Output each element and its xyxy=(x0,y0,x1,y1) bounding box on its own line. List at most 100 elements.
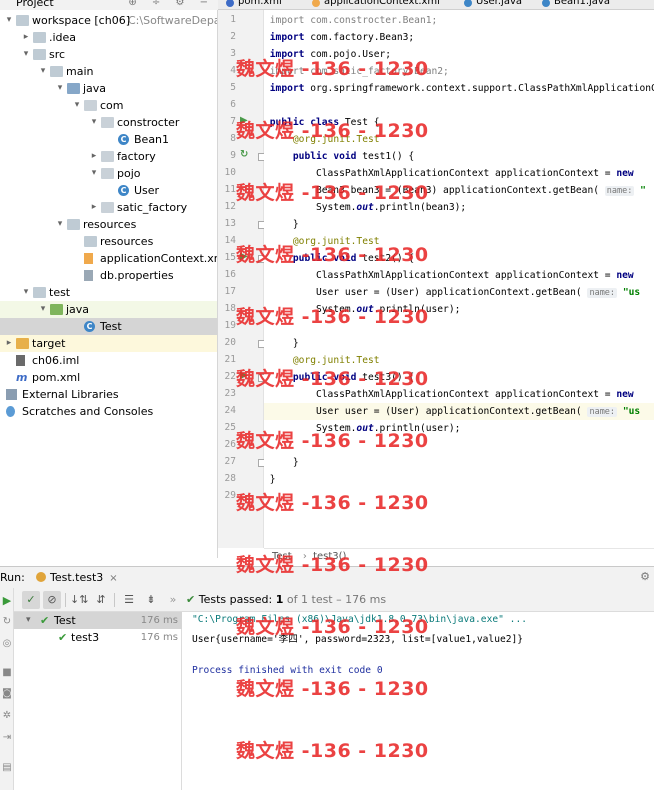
editor-tab[interactable]: pom.xml xyxy=(238,0,282,7)
breadcrumb-method[interactable]: test3() xyxy=(313,551,346,562)
editor-tab[interactable]: applicationContext.xml xyxy=(324,0,440,7)
chevron-down-icon[interactable]: ▾ xyxy=(55,80,65,97)
chevron-down-icon[interactable]: ▾ xyxy=(89,114,99,131)
settings-icon[interactable]: ✲ xyxy=(0,710,14,721)
code-line[interactable]: Bean3 bean3 = (Bean3) applicationContext… xyxy=(264,182,654,199)
layout-icon[interactable]: ▤ xyxy=(0,762,14,773)
code-line[interactable]: public void test1() { xyxy=(264,148,654,165)
tree-item-com[interactable]: ▾ com xyxy=(0,97,217,114)
stop-icon[interactable]: ■ xyxy=(0,667,14,678)
breadcrumb-class[interactable]: Test xyxy=(272,551,292,562)
code-line[interactable]: System.out.println(bean3); xyxy=(264,199,654,216)
rerun-icon[interactable]: ▶ xyxy=(0,594,14,607)
tree-item-external-libraries[interactable]: External Libraries xyxy=(0,386,217,403)
code-line[interactable]: } xyxy=(264,216,654,233)
more-icon[interactable]: » xyxy=(164,591,182,609)
tree-item-scratches-and-consoles[interactable]: Scratches and Consoles xyxy=(0,403,217,420)
chevron-down-icon[interactable]: ▾ xyxy=(21,46,31,63)
show-ignored-icon[interactable]: ⊘ xyxy=(43,591,61,609)
code-line[interactable] xyxy=(264,318,654,335)
code-line[interactable]: User user = (User) applicationContext.ge… xyxy=(264,403,654,420)
gear-icon[interactable]: ⚙ xyxy=(640,570,650,583)
project-panel-title[interactable]: Project xyxy=(16,0,54,9)
run-gutter-icon[interactable]: ▶ xyxy=(240,251,248,262)
tree-item-target[interactable]: ▸ target xyxy=(0,335,217,352)
chevron-down-icon[interactable]: ▾ xyxy=(38,63,48,80)
chevron-down-icon[interactable]: ▾ xyxy=(4,12,14,29)
chevron-down-icon[interactable]: ▾ xyxy=(38,301,48,318)
tree-item-main[interactable]: ▾ main xyxy=(0,63,217,80)
code-line[interactable]: public void test2() { xyxy=(264,250,654,267)
code-editor[interactable]: import com.constrocter.Bean1; import com… xyxy=(264,10,654,548)
code-line[interactable]: @org.junit.Test xyxy=(264,233,654,250)
code-line[interactable]: @org.junit.Test xyxy=(264,131,654,148)
tree-item-constrocter[interactable]: ▾ constrocter xyxy=(0,114,217,131)
code-line[interactable]: import com.pojo.User; xyxy=(264,46,654,63)
code-line[interactable]: public void test3() { xyxy=(264,369,654,386)
code-line[interactable]: } xyxy=(264,454,654,471)
code-line[interactable] xyxy=(264,488,654,505)
close-icon[interactable]: × xyxy=(109,573,117,584)
chevron-down-icon[interactable]: ▾ xyxy=(89,165,99,182)
tree-item-test[interactable]: ▾ test xyxy=(0,284,217,301)
tree-item-ch06-iml[interactable]: ch06.iml xyxy=(0,352,217,369)
run-gutter-icon[interactable]: ▶ xyxy=(240,370,248,381)
tree-item-db-properties[interactable]: db.properties xyxy=(0,267,217,284)
tree-item-src[interactable]: ▾ src xyxy=(0,46,217,63)
tree-item-java[interactable]: ▾ java xyxy=(0,80,217,97)
run-gutter-icon[interactable]: ↻ xyxy=(240,149,248,160)
toggle-auto-test-icon[interactable]: ◎ xyxy=(0,638,14,649)
code-line[interactable] xyxy=(264,97,654,114)
chevron-right-icon[interactable]: ▸ xyxy=(21,29,31,46)
tree-item-satic-factory[interactable]: ▸ satic_factory xyxy=(0,199,217,216)
tree-item-factory[interactable]: ▸ factory xyxy=(0,148,217,165)
rerun-failed-icon[interactable]: ↻ xyxy=(0,616,14,627)
tree-item-resources[interactable]: ▾ resources xyxy=(0,216,217,233)
tree-item-applicationcontext-xml[interactable]: applicationContext.xml xyxy=(0,250,217,267)
code-line[interactable]: @org.junit.Test xyxy=(264,352,654,369)
tree-item-test[interactable]: C Test xyxy=(0,318,217,335)
chevron-down-icon[interactable]: ▾ xyxy=(72,97,82,114)
sort-alphabetically-icon[interactable]: ↓⇅ xyxy=(70,591,88,609)
show-passed-icon[interactable]: ✓ xyxy=(22,591,40,609)
code-line[interactable]: ClassPathXmlApplicationContext applicati… xyxy=(264,165,654,182)
tree-item-pom-xml[interactable]: m pom.xml xyxy=(0,369,217,386)
camera-icon[interactable]: ◙ xyxy=(0,688,14,699)
code-line[interactable]: } xyxy=(264,471,654,488)
tree-item-user[interactable]: C User xyxy=(0,182,217,199)
chevron-right-icon[interactable]: ▸ xyxy=(89,148,99,165)
tree-item-resources[interactable]: resources xyxy=(0,233,217,250)
code-line[interactable]: System.out.println(user); xyxy=(264,301,654,318)
tree-item-workspace-ch06-[interactable]: ▾ workspace [ch06]C:\SoftwareDepartment\ xyxy=(0,12,217,29)
tree-item--idea[interactable]: ▸ .idea xyxy=(0,29,217,46)
chevron-down-icon[interactable]: ▾ xyxy=(26,612,31,629)
code-line[interactable]: import com.factory.Bean3; xyxy=(264,29,654,46)
restore-layout-icon[interactable]: ⇥ xyxy=(0,732,14,743)
code-line[interactable]: ClassPathXmlApplicationContext applicati… xyxy=(264,386,654,403)
run-gutter-icon[interactable]: ▶ xyxy=(240,115,248,126)
chevron-right-icon[interactable]: ▸ xyxy=(4,335,14,352)
chevron-right-icon[interactable]: ▸ xyxy=(89,199,99,216)
tree-item-bean1[interactable]: C Bean1 xyxy=(0,131,217,148)
code-line[interactable]: ClassPathXmlApplicationContext applicati… xyxy=(264,267,654,284)
chevron-down-icon[interactable]: ▾ xyxy=(55,216,65,233)
chevron-down-icon[interactable]: ▾ xyxy=(21,284,31,301)
code-line[interactable]: User user = (User) applicationContext.ge… xyxy=(264,284,654,301)
sort-by-duration-icon[interactable]: ⇵ xyxy=(92,591,110,609)
console-output[interactable]: "C:\Program Files (x86)\Java\jdk1.8.0_73… xyxy=(182,612,654,790)
collapse-all-icon[interactable]: ⇟ xyxy=(142,591,160,609)
editor-tab[interactable]: Bean1.java xyxy=(554,0,610,7)
editor-tab[interactable]: User.java xyxy=(476,0,522,7)
code-line[interactable] xyxy=(264,437,654,454)
code-line[interactable]: System.out.println(user); xyxy=(264,420,654,437)
expand-all-icon[interactable]: ☰ xyxy=(120,591,138,609)
code-line[interactable]: public class Test { xyxy=(264,114,654,131)
project-panel-toolbar-icons[interactable]: ⊕ ÷ ⚙ − xyxy=(128,0,214,8)
code-line[interactable]: } xyxy=(264,335,654,352)
test-case-row[interactable]: ✔ test3 176 ms xyxy=(14,629,182,646)
run-config-tab[interactable]: Test.test3 × xyxy=(36,571,118,584)
code-line[interactable]: import com.satic_factory.Bean2; xyxy=(264,63,654,80)
test-suite-row[interactable]: ▾ ✔ Test 176 ms xyxy=(14,612,182,629)
code-line[interactable]: import org.springframework.context.suppo… xyxy=(264,80,654,97)
tree-item-pojo[interactable]: ▾ pojo xyxy=(0,165,217,182)
